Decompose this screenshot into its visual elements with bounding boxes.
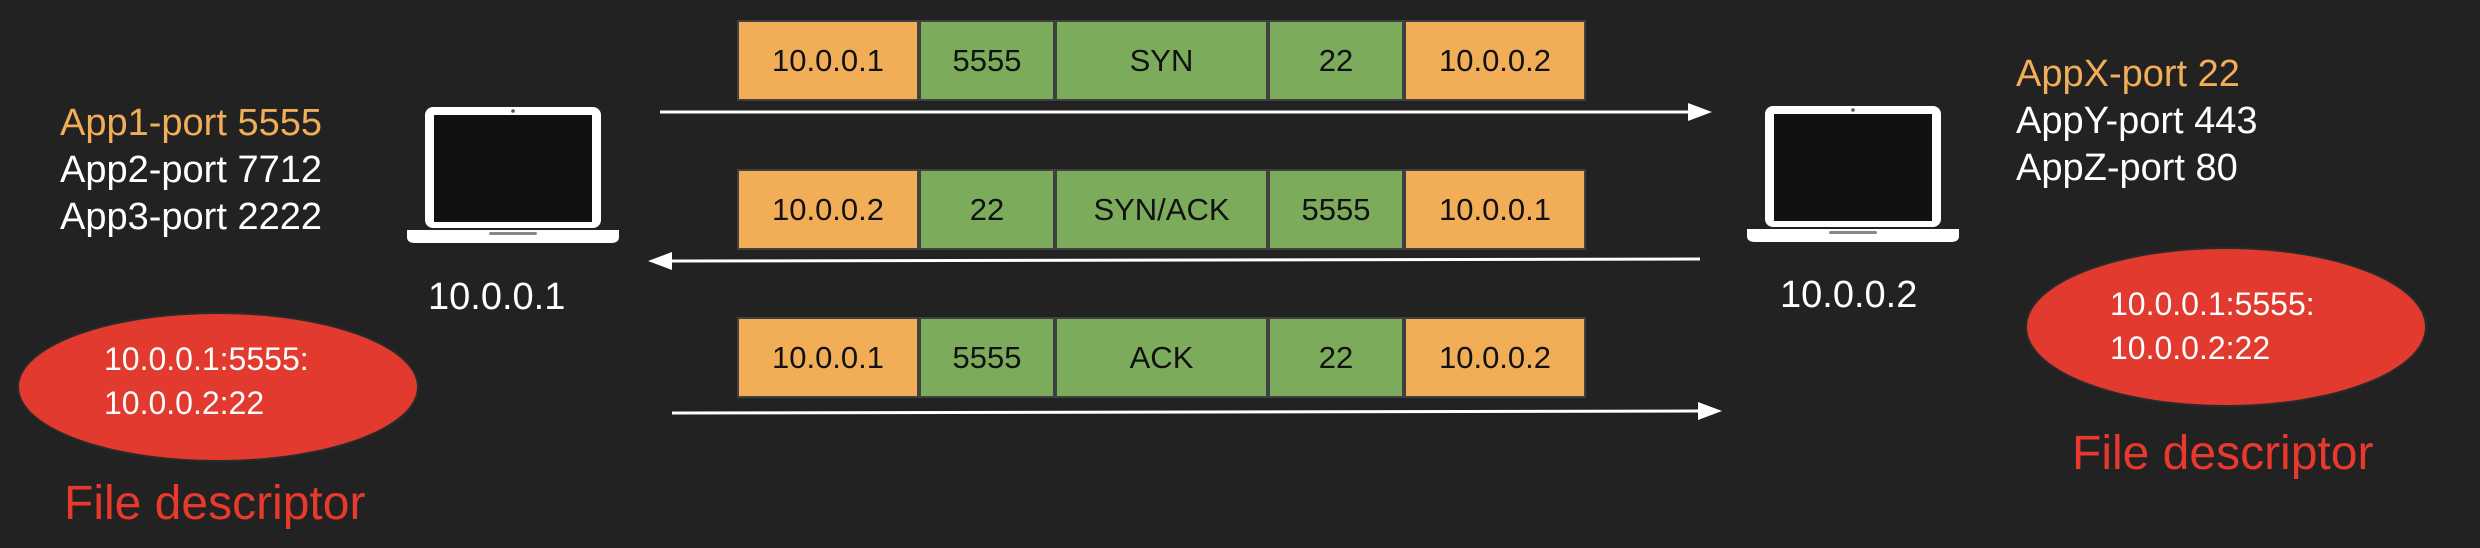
file-descriptor-label: File descriptor: [2072, 427, 2374, 480]
fd-line: 10.0.0.2:22: [104, 385, 265, 421]
fd-line: 10.0.0.2:22: [2110, 330, 2271, 366]
fd-line: 10.0.0.1:5555:: [2110, 286, 2315, 322]
file-descriptor-label: File descriptor: [64, 477, 366, 530]
file-descriptor-entry: 10.0.0.1:5555: 10.0.0.2:22: [2110, 282, 2315, 370]
arrow-right-icon: [660, 103, 1712, 121]
arrow-left-icon: [648, 252, 1701, 270]
file-descriptor-entry: 10.0.0.1:5555: 10.0.0.2:22: [104, 337, 309, 425]
fd-line: 10.0.0.1:5555:: [104, 341, 309, 377]
arrow-right-icon: [671, 402, 1722, 420]
